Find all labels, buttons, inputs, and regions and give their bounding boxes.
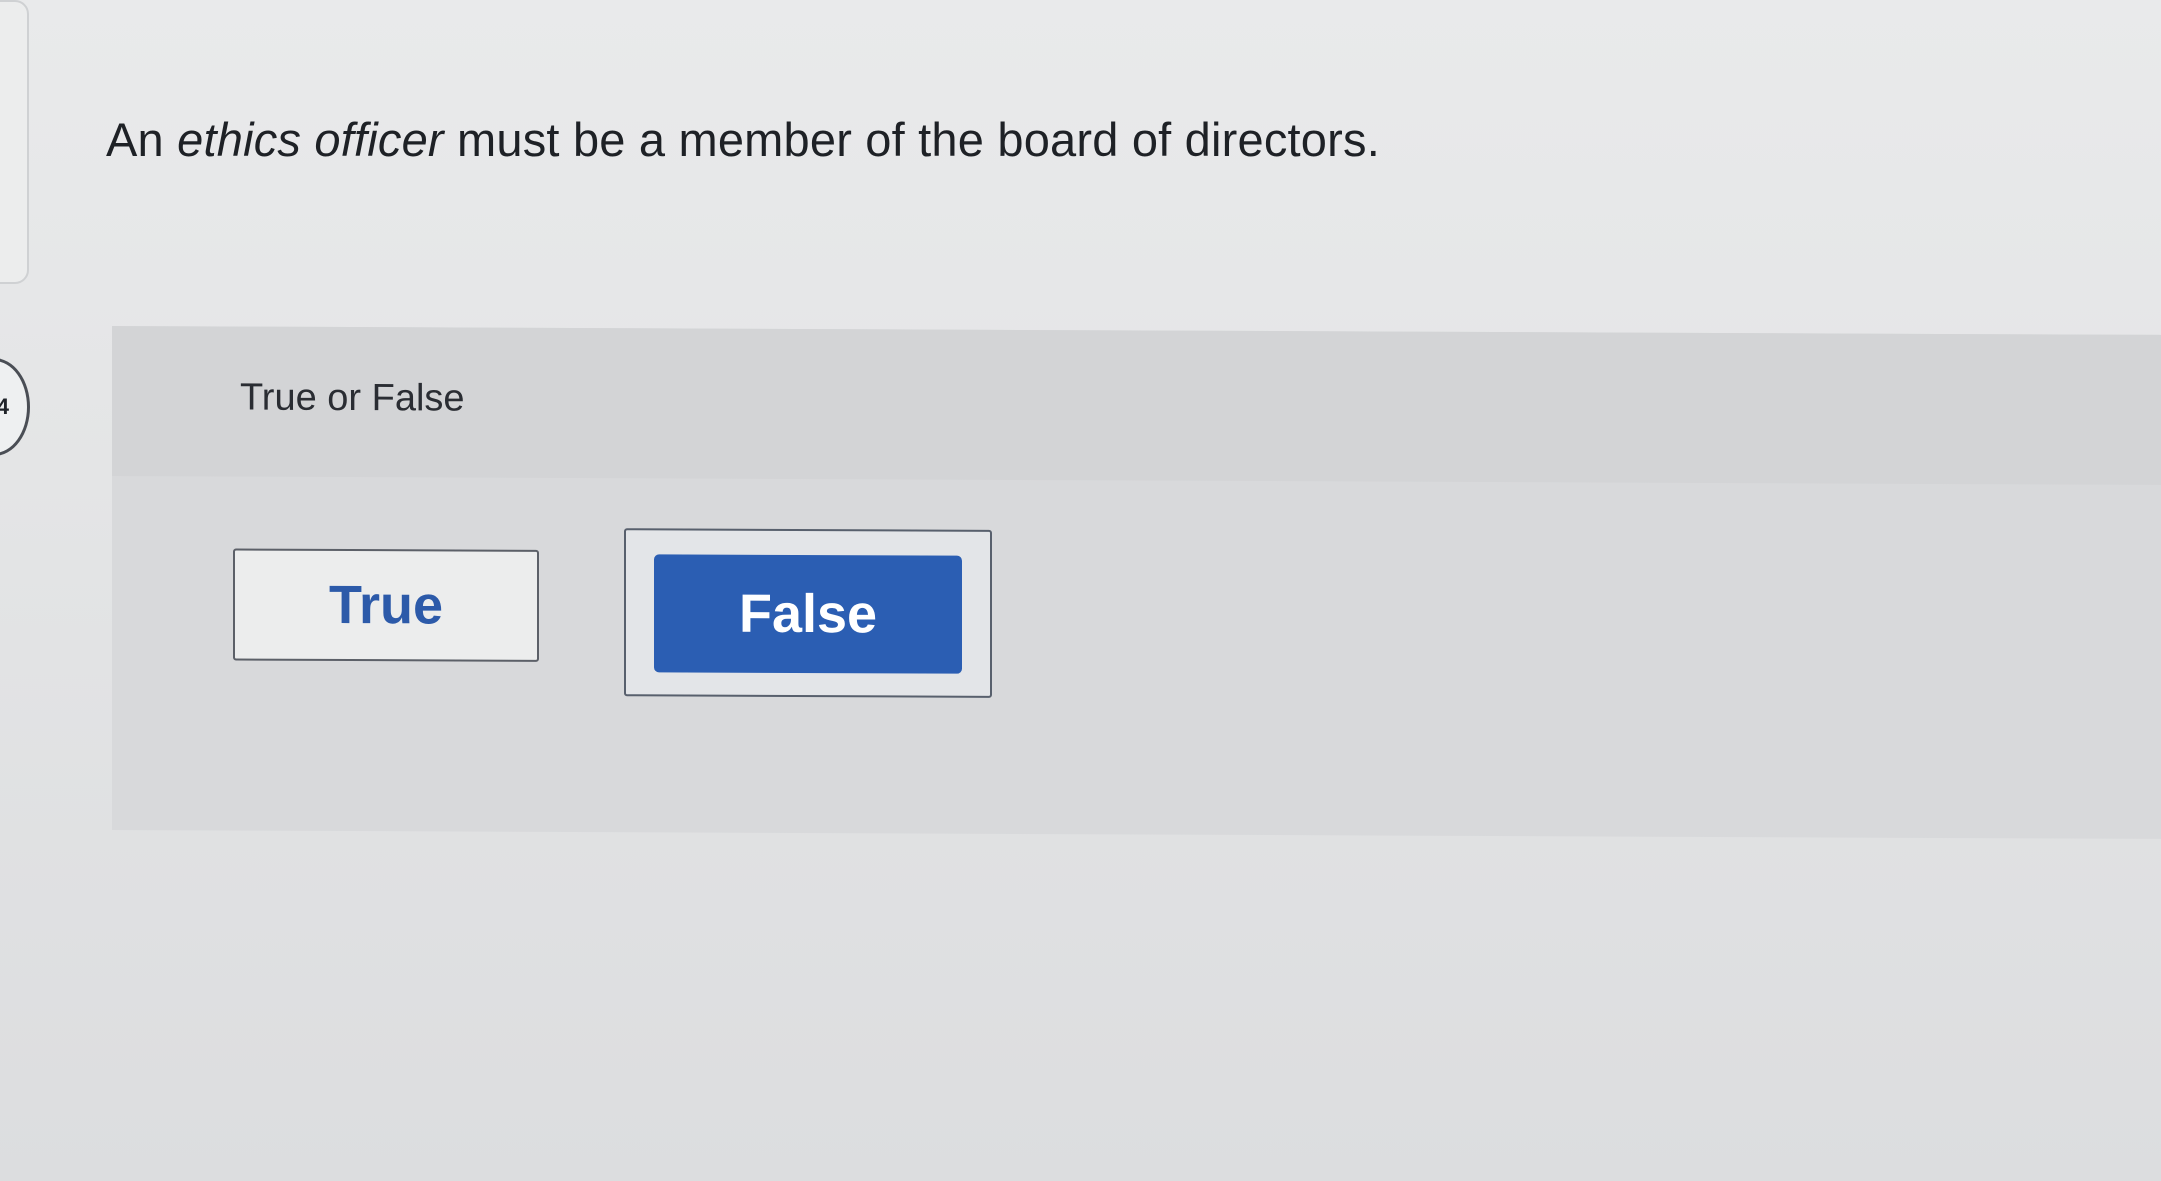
question-text-emphasis: ethics officer <box>177 113 444 166</box>
false-button-label: False <box>738 583 878 645</box>
question-number-badge[interactable]: 4 <box>0 358 30 456</box>
question-text-end: must be a member of the board of directo… <box>443 113 1380 166</box>
true-button-label: True <box>328 574 444 636</box>
answer-panel-header: True or False <box>112 326 2161 485</box>
previous-question-tab[interactable] <box>0 0 29 284</box>
false-button-selection-frame: False <box>624 528 992 698</box>
question-prompt: An ethics officer must be a member of th… <box>106 112 1380 167</box>
question-type-label: True or False <box>240 376 465 420</box>
answer-panel: True or False True False <box>112 326 2161 839</box>
question-number: 4 <box>0 394 9 419</box>
false-button[interactable]: False <box>654 554 962 674</box>
question-text-start: An <box>106 113 178 166</box>
true-button[interactable]: True <box>233 548 539 662</box>
